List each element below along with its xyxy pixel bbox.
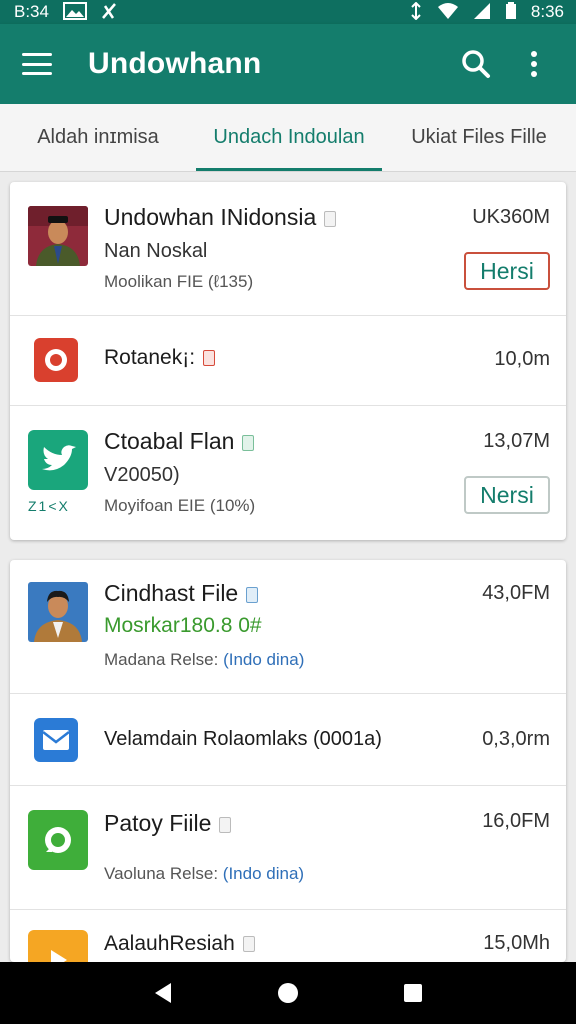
file-meta: Madana Relse: (Indo dina) (104, 650, 304, 670)
list-item[interactable]: Undowhan INidonsia Nan Noskal Moolikan F… (10, 182, 566, 316)
tab-third[interactable]: Ukiat Files Fille (382, 104, 576, 171)
file-subtitle: V20050) (104, 464, 180, 486)
avatar (28, 206, 88, 266)
file-name: Cindhast File (104, 580, 259, 607)
list-item[interactable]: Velamdain Rolaomlaks (0001a) 0,3,0rm (10, 694, 566, 786)
file-name-text: Cindhast File (104, 580, 239, 606)
status-time-left: B:34 (14, 2, 49, 21)
file-name-text: AalauhResiah (104, 932, 235, 955)
recents-icon[interactable] (393, 973, 433, 1013)
image-icon (62, 1, 87, 23)
status-bar: B:34 8:36 (0, 0, 576, 24)
app-title: Undowhann (88, 47, 262, 80)
file-meta: Vaoluna Relse: (Indo dina) (104, 864, 304, 884)
back-icon[interactable] (143, 973, 183, 1013)
cell-signal-icon (473, 2, 491, 23)
file-subtitle: Nan Noskal (104, 240, 208, 262)
sync-icon (409, 1, 423, 23)
wifi-icon (437, 2, 459, 23)
list-item[interactable]: Patoy Fiile Vaoluna Relse: (Indo dina) 1… (10, 786, 566, 910)
file-name-text: Rotanek¡: (104, 346, 196, 369)
file-type-icon (246, 586, 259, 603)
play-app-icon (28, 930, 88, 962)
hersi-button[interactable]: Hersi (464, 252, 550, 290)
file-type-icon (203, 350, 216, 367)
file-name: Ctoabal Flan (104, 428, 255, 455)
tab-label: Aldah inɪmisa (37, 126, 159, 148)
file-size: 16,0FM (482, 810, 550, 832)
battery-icon (505, 1, 517, 23)
file-name: Rotanek¡: (104, 346, 216, 370)
file-size: UK360M (472, 206, 550, 228)
search-icon[interactable] (456, 44, 496, 84)
tab-label: Undach Indoulan (213, 126, 365, 148)
file-size: 0,3,0rm (482, 728, 550, 750)
ring-app-icon (28, 810, 88, 870)
list-item[interactable]: Z1<X Ctoabal Flan V20050) Moyifoan EIE (… (10, 406, 566, 540)
file-size: 13,07M (483, 430, 550, 452)
meta-link[interactable]: (Indo dina) (223, 650, 304, 669)
home-icon[interactable] (268, 973, 308, 1013)
status-time-right: 8:36 (530, 2, 564, 21)
file-name-text: Undowhan INidonsia (104, 204, 317, 230)
tab-second-active[interactable]: Undach Indoulan (196, 104, 382, 171)
system-nav-bar (0, 962, 576, 1024)
file-type-icon (219, 816, 232, 833)
nersi-button[interactable]: Nersi (464, 476, 550, 514)
list-item[interactable]: Rotanek¡: 10,0m (10, 316, 566, 406)
more-vert-icon[interactable] (514, 44, 554, 84)
mail-app-icon (34, 718, 78, 762)
file-name: Patoy Fiile (104, 810, 232, 837)
signal-off-icon (101, 2, 117, 23)
icon-caption: Z1<X (28, 498, 70, 514)
bird-app-icon (28, 430, 88, 490)
file-name: Undowhan INidonsia (104, 204, 337, 231)
file-name-text: Patoy Fiile (104, 810, 212, 836)
file-type-icon (242, 936, 255, 953)
tab-bar: Aldah inɪmisa Undach Indoulan Ukiat File… (0, 104, 576, 172)
app-bar: Undowhann (0, 24, 576, 104)
file-name: Velamdain Rolaomlaks (0001a) (104, 728, 382, 750)
tab-label: Ukiat Files Fille (411, 126, 547, 148)
file-size: 15,0Mh (483, 932, 550, 954)
file-size: 43,0FM (482, 582, 550, 604)
file-card-primary: Undowhan INidonsia Nan Noskal Moolikan F… (10, 182, 566, 540)
meta-prefix: Madana Relse: (104, 650, 219, 669)
menu-icon[interactable] (22, 53, 52, 75)
meta-prefix: Vaoluna Relse: (104, 864, 219, 883)
file-type-icon (324, 210, 337, 227)
file-name: AalauhResiah (104, 932, 255, 956)
record-app-icon (34, 338, 78, 382)
file-type-icon (242, 434, 255, 451)
meta-link[interactable]: (Indo dina) (223, 864, 304, 883)
file-subtitle: Mosrkar180.8 0# (104, 614, 262, 637)
file-card-secondary: Cindhast File Mosrkar180.8 0# Madana Rel… (10, 560, 566, 962)
file-size: 10,0m (494, 348, 550, 370)
list-item[interactable]: AalauhResiah 15,0Mh (10, 910, 566, 962)
file-meta: Moolikan FIE (ℓ135) (104, 272, 254, 291)
file-name-text: Ctoabal Flan (104, 428, 235, 454)
file-meta: Moyifoan EIE (10%) (104, 496, 256, 515)
avatar (28, 582, 88, 642)
list-item[interactable]: Cindhast File Mosrkar180.8 0# Madana Rel… (10, 560, 566, 694)
tab-first[interactable]: Aldah inɪmisa (0, 104, 196, 171)
